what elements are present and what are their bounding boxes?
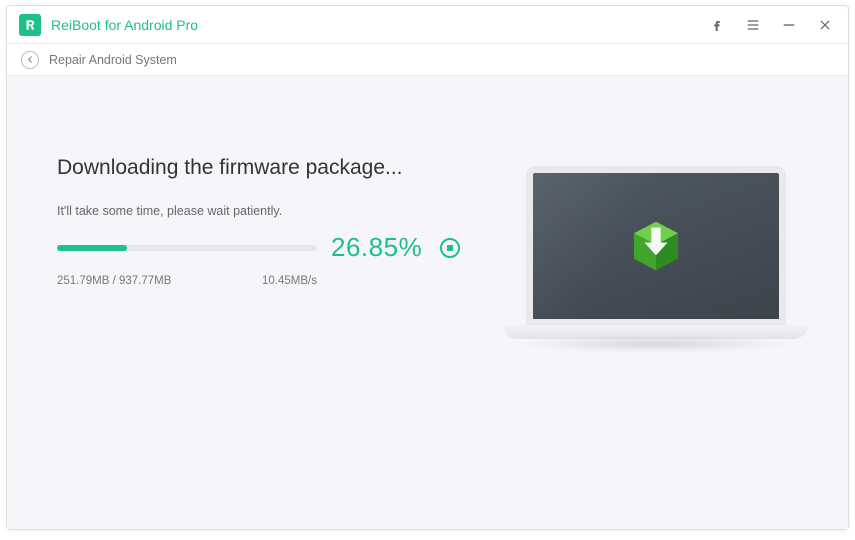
minimize-icon[interactable] [780,16,798,34]
laptop-base [503,325,808,339]
progress-stats: 251.79MB / 937.77MB 10.45MB/s [57,275,317,287]
download-speed: 10.45MB/s [262,275,317,287]
progress-row: 26.85% [57,232,477,263]
app-window: ReiBoot for Android Pro Repair Android S… [6,5,849,530]
app-title: ReiBoot for Android Pro [51,17,198,33]
progress-fill [57,245,127,251]
back-button[interactable] [21,51,39,69]
download-panel: Downloading the firmware package... It'l… [57,156,477,529]
title-bar: ReiBoot for Android Pro [7,6,848,44]
menu-icon[interactable] [744,16,762,34]
close-icon[interactable] [816,16,834,34]
breadcrumb-label: Repair Android System [49,53,177,67]
breadcrumb-bar: Repair Android System [7,44,848,76]
progress-bar [57,245,317,251]
progress-percent: 26.85% [331,232,422,263]
stop-button[interactable] [440,238,460,258]
window-controls [708,16,840,34]
app-logo-icon [19,14,41,36]
facebook-icon[interactable] [708,16,726,34]
laptop-screen [526,166,786,326]
download-cube-icon [627,217,685,275]
progress-size: 251.79MB / 937.77MB [57,275,171,287]
download-heading: Downloading the firmware package... [57,156,477,180]
content-area: Downloading the firmware package... It'l… [7,76,848,529]
download-subtext: It'll take some time, please wait patien… [57,204,477,218]
laptop-illustration [503,166,808,339]
